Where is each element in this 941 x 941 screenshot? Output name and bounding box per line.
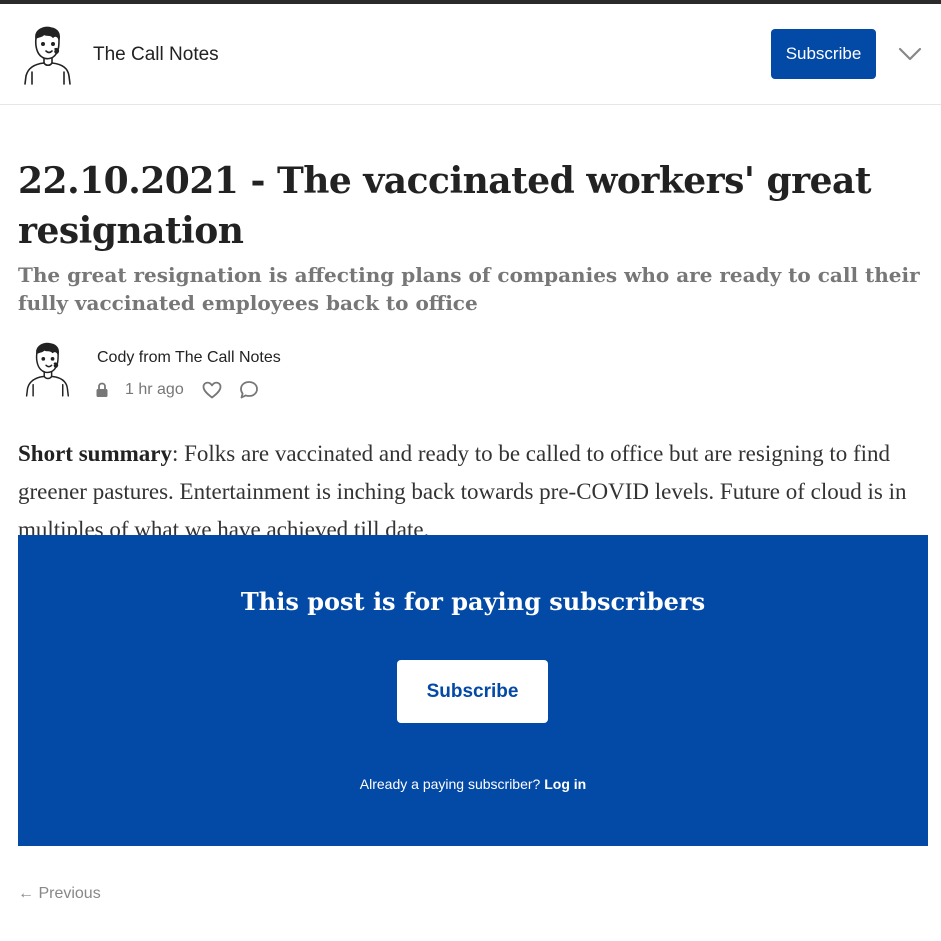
heart-icon[interactable] — [202, 381, 222, 399]
author-name[interactable]: Cody from The Call Notes — [97, 349, 281, 367]
paywall-login-text: Already a paying subscriber? Log in — [18, 776, 928, 792]
post-subtitle: The great resignation is affecting plans… — [18, 263, 920, 315]
header-subscribe-button[interactable]: Subscribe — [771, 29, 876, 79]
summary-label: Short summary — [18, 441, 172, 466]
author-avatar[interactable] — [22, 340, 72, 398]
post-summary: Short summary: Folks are vaccinated and … — [18, 435, 928, 540]
login-link[interactable]: Log in — [544, 776, 586, 792]
previous-post-link[interactable]: ← Previous — [18, 885, 101, 903]
post-meta: 1 hr ago — [95, 378, 259, 402]
already-subscriber-text: Already a paying subscriber? — [359, 776, 545, 792]
paywall-panel: This post is for paying subscribers Subs… — [18, 535, 928, 846]
site-header: The Call Notes Subscribe — [0, 4, 941, 105]
chevron-down-icon[interactable] — [897, 46, 923, 62]
paywall-title: This post is for paying subscribers — [240, 587, 706, 616]
paywall-subscribe-button[interactable]: Subscribe — [397, 660, 548, 723]
post-time: 1 hr ago — [125, 381, 184, 398]
publication-logo-icon[interactable] — [20, 24, 74, 86]
lock-icon — [96, 382, 108, 397]
comment-icon[interactable] — [239, 380, 259, 400]
post-title: 22.10.2021 - The vaccinated workers' gre… — [18, 160, 871, 252]
publication-name[interactable]: The Call Notes — [93, 44, 219, 66]
